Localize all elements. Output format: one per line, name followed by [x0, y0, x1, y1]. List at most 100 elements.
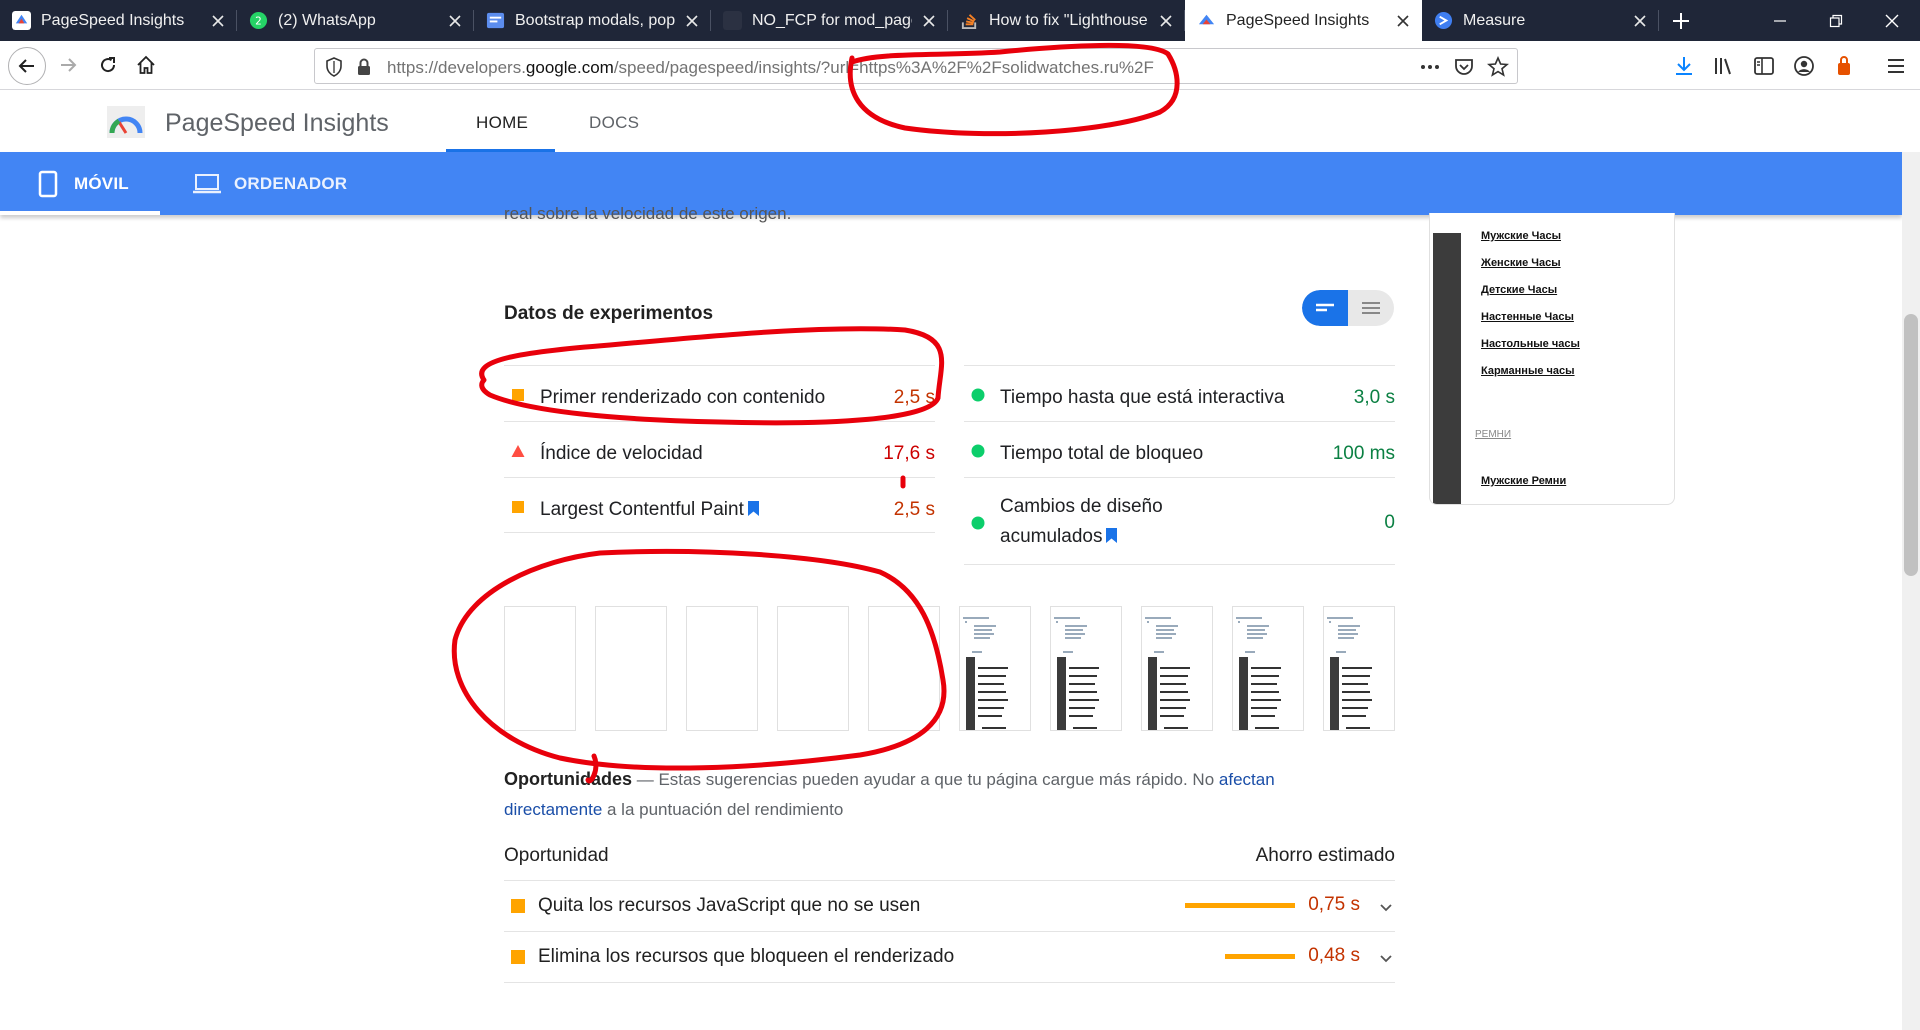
home-button[interactable] [130, 49, 162, 81]
metric-value: 17,6 s [883, 443, 935, 464]
opportunity-row[interactable]: Elimina los recursos que bloqueen el ren… [504, 932, 1395, 983]
scrollbar-thumb[interactable] [1904, 314, 1918, 576]
browser-tab[interactable]: PageSpeed Insights [0, 0, 237, 41]
browser-tab-strip: PageSpeed Insights 2 (2) WhatsApp Bootst… [0, 0, 1920, 41]
smartphone-icon [38, 170, 58, 197]
page-scrollbar[interactable] [1902, 152, 1920, 1030]
chevron-down-icon[interactable] [1377, 898, 1395, 916]
frame-text-line [1251, 683, 1277, 685]
frame-text-line [1338, 637, 1354, 639]
close-icon[interactable] [1157, 12, 1175, 30]
frame-text-line [1056, 621, 1058, 623]
bookmark-star-icon[interactable] [1487, 56, 1509, 78]
bookmark-flag-icon[interactable] [1106, 528, 1118, 543]
metric-value: 2,5 s [893, 499, 935, 520]
account-icon[interactable] [1792, 54, 1816, 78]
plus-icon [1673, 12, 1689, 29]
tab-title: (2) WhatsApp [278, 11, 376, 29]
frame-text-line [1063, 651, 1073, 653]
more-icon[interactable] [1419, 56, 1441, 78]
arrow-right-icon [61, 58, 77, 72]
active-device-indicator [0, 211, 160, 215]
lock-icon[interactable] [353, 56, 375, 78]
close-icon[interactable] [920, 12, 938, 30]
url-text[interactable]: https://developers.google.com/speed/page… [387, 58, 1154, 78]
frame-text-line [1236, 617, 1262, 619]
view-toggle[interactable] [1302, 290, 1394, 326]
library-icon[interactable] [1712, 54, 1736, 78]
frame-text-line [978, 699, 1008, 701]
extension-icon[interactable] [1832, 54, 1856, 78]
frame-text-line [974, 633, 994, 635]
frame-text-line [1069, 683, 1095, 685]
reload-button[interactable] [92, 49, 124, 81]
nav-tab-home[interactable]: HOME [476, 113, 528, 133]
new-tab-button[interactable] [1659, 0, 1703, 41]
frame-text-line [982, 727, 1006, 729]
close-icon[interactable] [446, 12, 464, 30]
frame-sidebar [1330, 657, 1339, 730]
filmstrip-frame [1232, 606, 1304, 731]
minimize-button[interactable] [1752, 0, 1808, 41]
device-tab-desktop[interactable]: ORDENADOR [192, 152, 347, 215]
chevron-down-icon[interactable] [1377, 949, 1395, 967]
close-icon[interactable] [683, 12, 701, 30]
close-icon[interactable] [1394, 12, 1412, 30]
menu-icon[interactable] [1884, 54, 1908, 78]
device-tab-mobile[interactable]: MÓVIL [38, 152, 129, 215]
frame-text-line [1160, 691, 1188, 693]
metric-name: Tiempo total de bloqueo [1000, 443, 1204, 464]
pocket-icon[interactable] [1453, 56, 1475, 78]
frame-text-line [1247, 633, 1267, 635]
frame-text-line [1069, 699, 1099, 701]
filmstrip-frame-blank [595, 606, 667, 731]
compact-list-icon [1316, 303, 1334, 312]
sidebar-icon[interactable] [1752, 54, 1776, 78]
pass-circle-icon [971, 388, 985, 402]
frame-text-line [1251, 691, 1279, 693]
back-button[interactable] [8, 47, 46, 85]
browser-tab-active[interactable]: PageSpeed Insights [1185, 0, 1422, 41]
browser-tab[interactable]: 2 (2) WhatsApp [237, 0, 474, 41]
frame-text-line [978, 675, 1006, 677]
preview-section: РЕМНИ [1475, 429, 1512, 440]
whatsapp-icon: 2 [249, 11, 268, 30]
preview-link: Настольные часы [1481, 338, 1580, 350]
close-icon[interactable] [1631, 12, 1649, 30]
frame-text-line [1065, 633, 1085, 635]
frame-text-line [978, 683, 1004, 685]
shield-icon[interactable] [323, 56, 345, 78]
metric-name: Índice de velocidad [540, 443, 703, 464]
download-icon[interactable] [1672, 54, 1696, 78]
browser-tab[interactable]: Bootstrap modals, popc [474, 0, 711, 41]
frame-text-line [1338, 629, 1356, 631]
frame-text-line [1251, 715, 1275, 717]
pass-circle-icon [971, 444, 985, 458]
filmstrip-frame [1323, 606, 1395, 731]
svg-text:2: 2 [255, 15, 262, 27]
close-window-button[interactable] [1864, 0, 1920, 41]
frame-text-line [1342, 699, 1372, 701]
frame-text-line [1251, 707, 1277, 709]
restore-button[interactable] [1808, 0, 1864, 41]
bookmark-flag-icon[interactable] [747, 501, 759, 516]
frame-sidebar [1239, 657, 1248, 730]
frame-text-line [978, 707, 1004, 709]
site-header: PageSpeed Insights HOME DOCS [0, 91, 1920, 152]
url-bar[interactable]: https://developers.google.com/speed/page… [314, 48, 1518, 84]
metric-name: Largest Contentful Paint [540, 495, 759, 525]
opportunity-row[interactable]: Quita los recursos JavaScript que no se … [504, 881, 1395, 932]
opportunities-title: Oportunidades [504, 769, 633, 789]
browser-tab[interactable]: NO_FCP for mod_pagesp [711, 0, 948, 41]
forward-button[interactable] [52, 49, 84, 81]
frame-text-line [1247, 629, 1265, 631]
close-icon[interactable] [209, 12, 227, 30]
frame-text-line [1156, 625, 1178, 627]
frame-text-line [1160, 675, 1188, 677]
browser-tab[interactable]: How to fix "Lighthouse r [948, 0, 1185, 41]
browser-tab[interactable]: Measure [1422, 0, 1659, 41]
frame-text-line [1160, 683, 1186, 685]
nav-tab-docs[interactable]: DOCS [589, 113, 639, 133]
filmstrip-frame [959, 606, 1031, 731]
blank-icon [723, 11, 742, 30]
